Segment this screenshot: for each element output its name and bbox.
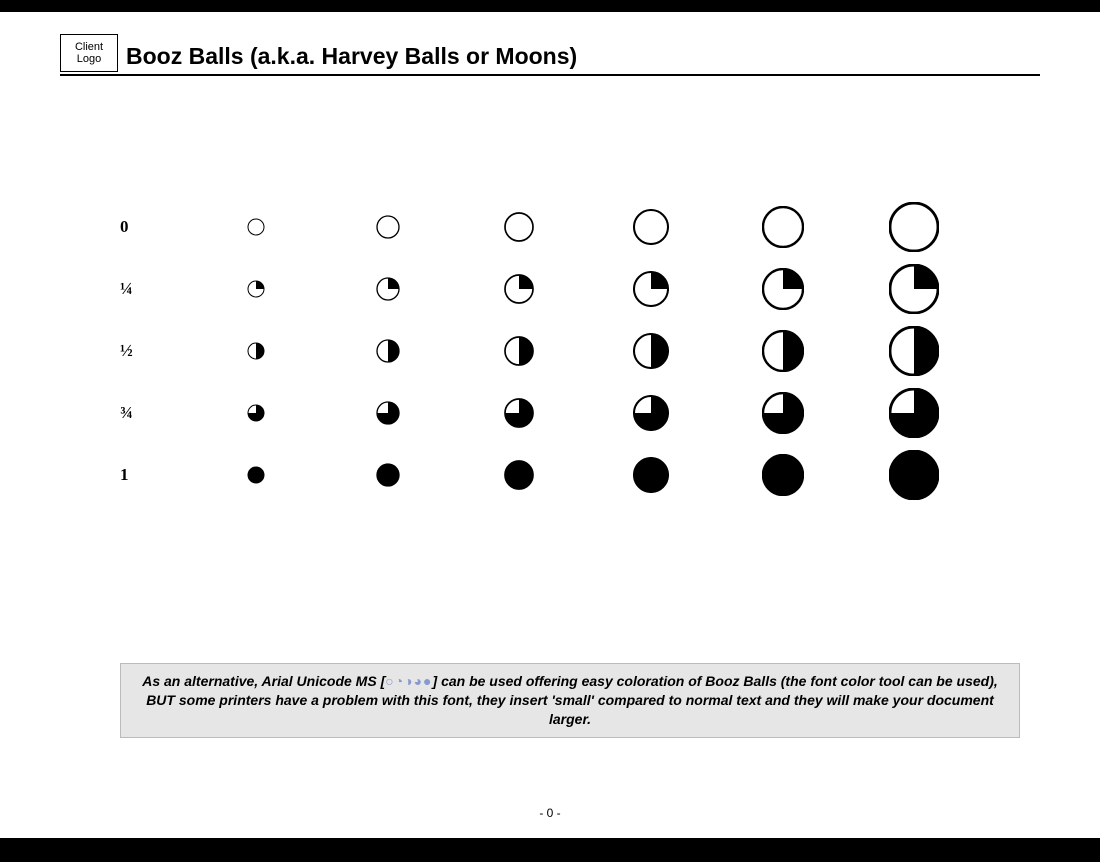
harvey-ball-icon xyxy=(717,268,849,310)
harvey-ball-icon xyxy=(848,264,980,314)
harvey-ball-icon xyxy=(190,280,322,298)
page-number: - 0 - xyxy=(0,806,1100,820)
harvey-ball-icon xyxy=(585,271,717,307)
harvey-ball-icon xyxy=(453,212,585,242)
harvey-ball-icon xyxy=(322,463,454,487)
slide: Client Logo Booz Balls (a.k.a. Harvey Ba… xyxy=(0,12,1100,838)
unicode-glyph-sample: ○◔◑◕● xyxy=(385,673,432,689)
harvey-ball-icon xyxy=(585,209,717,245)
harvey-ball-icon xyxy=(190,466,322,484)
harvey-ball-icon xyxy=(322,215,454,239)
harvey-ball-icon xyxy=(848,326,980,376)
harvey-ball-icon xyxy=(453,274,585,304)
harvey-ball-icon xyxy=(322,277,454,301)
harvey-ball-icon xyxy=(190,342,322,360)
harvey-ball-icon xyxy=(453,460,585,490)
client-logo-placeholder: Client Logo xyxy=(60,34,118,72)
grid-row: 0 xyxy=(120,196,980,258)
row-label: 1 xyxy=(120,465,190,485)
harvey-ball-icon xyxy=(190,218,322,236)
harvey-ball-icon xyxy=(322,401,454,425)
harvey-ball-icon xyxy=(717,454,849,496)
alternative-font-note: As an alternative, Arial Unicode MS [○◔◑… xyxy=(120,663,1020,738)
harvey-ball-grid: 0 ¼ ½ ¾ 1 xyxy=(120,196,980,506)
grid-row: ¼ xyxy=(120,258,980,320)
note-text-before: As an alternative, Arial Unicode MS [ xyxy=(142,673,385,689)
harvey-ball-icon xyxy=(322,339,454,363)
row-label: ¼ xyxy=(120,279,190,299)
harvey-ball-icon xyxy=(848,450,980,500)
harvey-ball-icon xyxy=(848,202,980,252)
grid-row: 1 xyxy=(120,444,980,506)
harvey-ball-icon xyxy=(453,336,585,366)
harvey-ball-icon xyxy=(190,404,322,422)
harvey-ball-icon xyxy=(453,398,585,428)
grid-row: ½ xyxy=(120,320,980,382)
row-label: ½ xyxy=(120,341,190,361)
harvey-ball-icon xyxy=(848,388,980,438)
harvey-ball-icon xyxy=(717,392,849,434)
header-bar: Client Logo Booz Balls (a.k.a. Harvey Ba… xyxy=(60,34,1040,76)
harvey-ball-icon xyxy=(585,333,717,369)
page-title: Booz Balls (a.k.a. Harvey Balls or Moons… xyxy=(126,43,577,70)
harvey-ball-icon xyxy=(717,206,849,248)
harvey-ball-icon xyxy=(717,330,849,372)
grid-row: ¾ xyxy=(120,382,980,444)
harvey-ball-icon xyxy=(585,395,717,431)
row-label: 0 xyxy=(120,217,190,237)
row-label: ¾ xyxy=(120,403,190,423)
harvey-ball-icon xyxy=(585,457,717,493)
